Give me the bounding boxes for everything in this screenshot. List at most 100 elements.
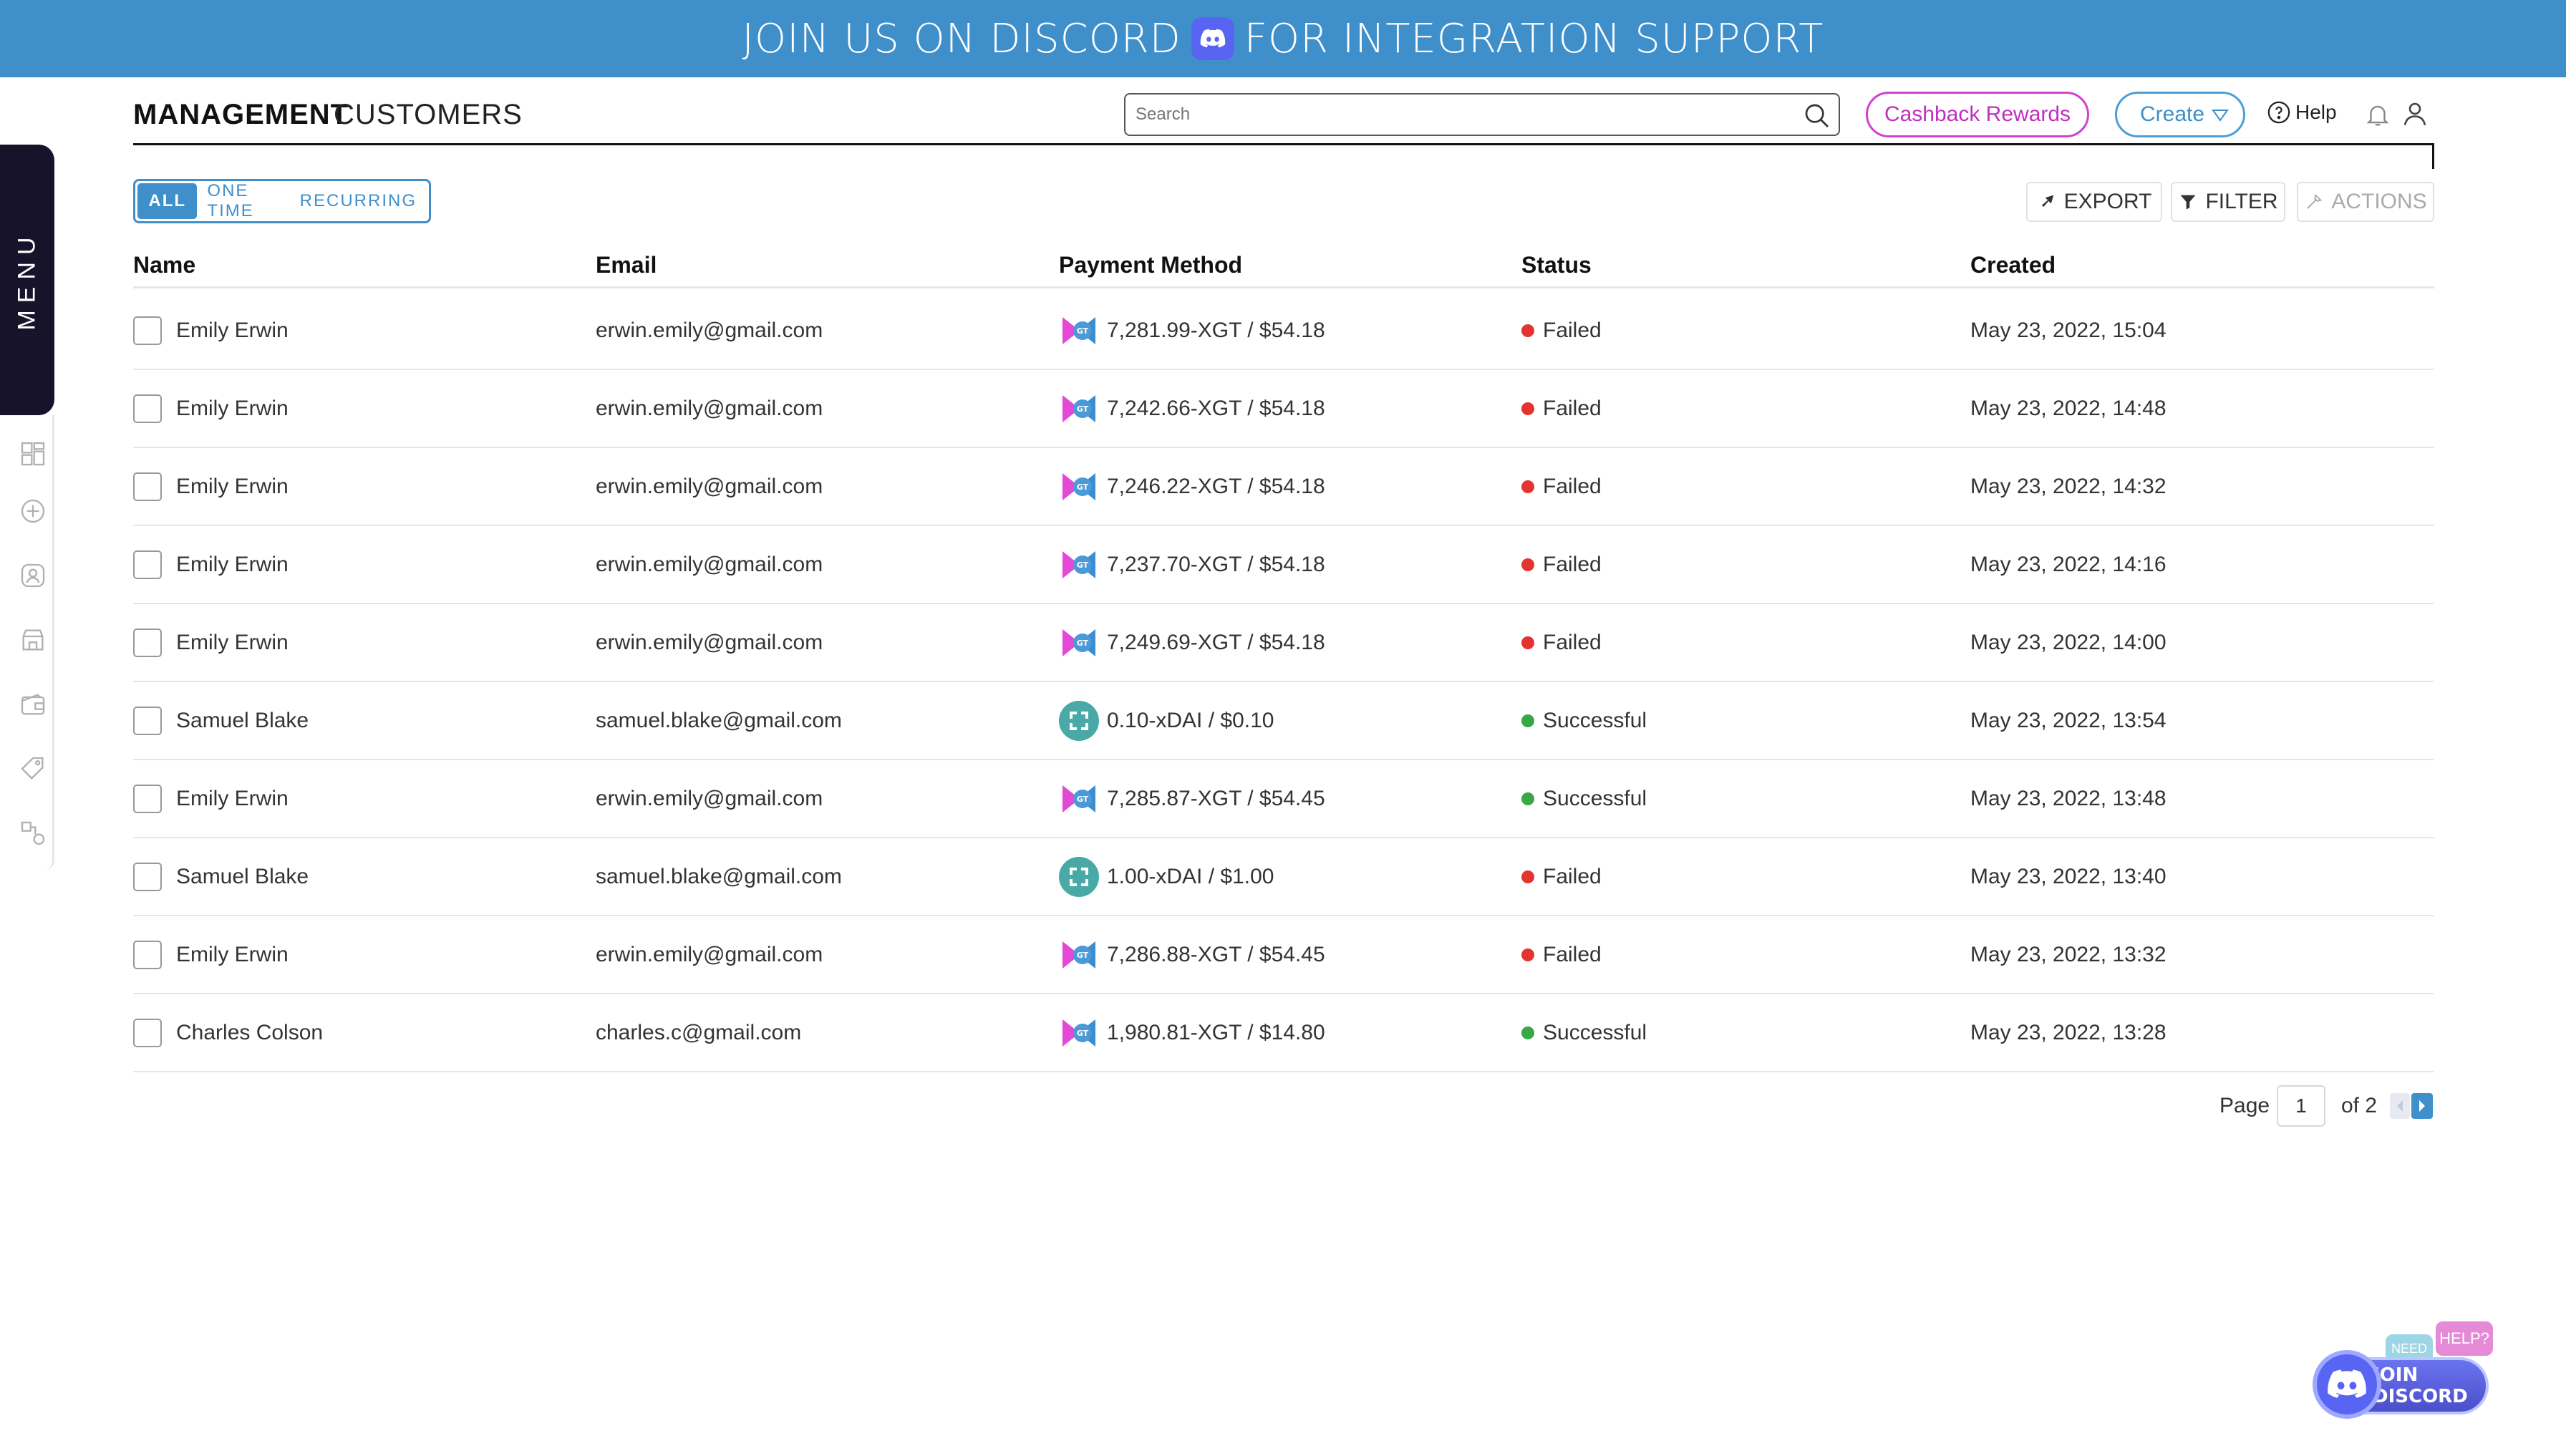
search-icon[interactable] — [1803, 102, 1831, 130]
xgt-coin-icon: GT — [1058, 622, 1100, 664]
tab-one-time[interactable]: ONE TIME — [197, 181, 289, 220]
table-row[interactable]: Emily Erwin erwin.emily@gmail.com GT 7,242.… — [133, 370, 2434, 448]
table-row[interactable]: Samuel Blake samuel.blake@gmail.com 1.00-x… — [133, 838, 2434, 916]
actions-button[interactable]: ACTIONS — [2297, 182, 2434, 222]
column-header-payment-method[interactable]: Payment Method — [1059, 252, 1242, 278]
customer-name-text: Emily Erwin — [176, 397, 289, 420]
table-row[interactable]: Emily Erwin erwin.emily@gmail.com GT 7,286.… — [133, 916, 2434, 994]
customer-name: Samuel Blake — [176, 682, 309, 759]
xgt-coin-icon: GT — [1058, 934, 1100, 976]
customer-name-text: Emily Erwin — [176, 631, 289, 654]
filter-button[interactable]: FILTER — [2171, 182, 2285, 222]
row-checkbox[interactable] — [133, 941, 162, 969]
payment-method: GT 1,980.81-XGT / $14.80 — [1058, 994, 1325, 1072]
next-page-button[interactable] — [2411, 1093, 2433, 1119]
payment-status: Successful — [1521, 682, 1647, 759]
table-row[interactable]: Emily Erwin erwin.emily@gmail.com GT 7,249.… — [133, 604, 2434, 682]
actions-icon — [2307, 193, 2323, 209]
status-text: Successful — [1543, 709, 1647, 732]
created-date-text: May 23, 2022, 14:32 — [1970, 475, 2166, 498]
customer-email-text: erwin.emily@gmail.com — [596, 631, 823, 654]
table-row[interactable]: Samuel Blake samuel.blake@gmail.com 0.10-x… — [133, 682, 2434, 760]
menu-toggle[interactable]: MENU — [0, 145, 54, 415]
wallet-icon[interactable] — [19, 690, 47, 719]
join-discord-widget[interactable]: NEED HELP? JOIN DISCORD — [2310, 1317, 2524, 1439]
cashback-rewards-button[interactable]: Cashback Rewards — [1866, 92, 2089, 137]
integration-icon[interactable] — [19, 819, 47, 848]
column-header-name[interactable]: Name — [133, 252, 195, 278]
tab-recurring[interactable]: RECURRING — [290, 183, 427, 219]
create-button[interactable]: Create — [2115, 92, 2245, 137]
row-checkbox[interactable] — [133, 863, 162, 891]
row-checkbox[interactable] — [133, 550, 162, 579]
customer-name: Emily Erwin — [176, 526, 289, 603]
created-date: May 23, 2022, 15:04 — [1970, 292, 2166, 369]
search-box[interactable] — [1124, 93, 1840, 136]
table-row[interactable]: Emily Erwin erwin.emily@gmail.com GT 7,281.… — [133, 292, 2434, 370]
add-circle-icon[interactable] — [19, 497, 47, 525]
row-checkbox[interactable] — [133, 1019, 162, 1047]
created-date-text: May 23, 2022, 14:00 — [1970, 631, 2166, 654]
status-text: Successful — [1543, 787, 1647, 810]
row-checkbox[interactable] — [133, 394, 162, 423]
status-dot-icon — [1521, 480, 1534, 493]
help-link[interactable]: Help — [2267, 100, 2337, 125]
page-number-input[interactable]: 1 — [2277, 1085, 2325, 1127]
customer-name: Charles Colson — [176, 994, 323, 1072]
table-row[interactable]: Emily Erwin erwin.emily@gmail.com GT 7,246.… — [133, 448, 2434, 526]
previous-page-button[interactable] — [2390, 1093, 2410, 1119]
row-checkbox[interactable] — [133, 785, 162, 813]
dashboard-icon[interactable] — [19, 440, 47, 468]
table-row[interactable]: Charles Colson charles.c@gmail.com GT 1,980… — [133, 994, 2434, 1072]
payment-status: Failed — [1521, 370, 1602, 447]
row-checkbox[interactable] — [133, 628, 162, 657]
row-checkbox[interactable] — [133, 472, 162, 501]
created-date-text: May 23, 2022, 14:48 — [1970, 397, 2166, 420]
page-subtitle: CUSTOMERS — [334, 99, 523, 130]
payment-method: GT 7,286.88-XGT / $54.45 — [1058, 916, 1325, 994]
svg-text:GT: GT — [1077, 404, 1089, 414]
store-icon[interactable] — [19, 626, 47, 654]
customer-name: Emily Erwin — [176, 916, 289, 994]
customer-name: Emily Erwin — [176, 292, 289, 369]
filter-label: FILTER — [2205, 190, 2278, 213]
customer-name: Emily Erwin — [176, 370, 289, 447]
row-checkbox[interactable] — [133, 316, 162, 345]
customer-email-text: erwin.emily@gmail.com — [596, 553, 823, 576]
user-icon[interactable] — [2400, 99, 2430, 129]
discord-banner[interactable]: JOIN US ON DISCORD FOR INTEGRATION SUPPO… — [0, 0, 2566, 77]
status-dot-icon — [1521, 792, 1534, 805]
payment-status: Failed — [1521, 448, 1602, 525]
customer-email-text: erwin.emily@gmail.com — [596, 319, 823, 342]
status-text: Failed — [1543, 475, 1602, 498]
payment-method: 0.10-xDAI / $0.10 — [1058, 682, 1274, 759]
customer-icon[interactable] — [19, 561, 47, 590]
xgt-coin-icon: GT — [1058, 388, 1100, 429]
payment-amount: 1,980.81-XGT / $14.80 — [1107, 1021, 1325, 1044]
export-button[interactable]: EXPORT — [2026, 182, 2162, 222]
join-discord-label: JOIN DISCORD — [2373, 1364, 2468, 1407]
row-checkbox[interactable] — [133, 707, 162, 735]
column-header-email[interactable]: Email — [596, 252, 657, 278]
search-input[interactable] — [1136, 105, 1796, 125]
created-date: May 23, 2022, 13:48 — [1970, 760, 2166, 838]
bell-icon[interactable] — [2364, 100, 2391, 129]
svg-text:GT: GT — [1077, 560, 1089, 570]
create-label: Create — [2140, 102, 2205, 126]
customer-email: erwin.emily@gmail.com — [596, 448, 823, 525]
export-label: EXPORT — [2063, 190, 2152, 213]
customer-name: Samuel Blake — [176, 838, 309, 916]
table-row[interactable]: Emily Erwin erwin.emily@gmail.com GT 7,237.… — [133, 526, 2434, 604]
payment-amount: 7,242.66-XGT / $54.18 — [1107, 397, 1325, 420]
created-date: May 23, 2022, 13:40 — [1970, 838, 2166, 916]
customer-email: erwin.emily@gmail.com — [596, 760, 823, 838]
created-date-text: May 23, 2022, 13:48 — [1970, 787, 2166, 810]
tag-icon[interactable] — [19, 754, 47, 783]
column-header-status[interactable]: Status — [1521, 252, 1592, 278]
tab-all[interactable]: ALL — [137, 183, 198, 219]
table-row[interactable]: Emily Erwin erwin.emily@gmail.com GT 7,285.… — [133, 760, 2434, 838]
column-header-created[interactable]: Created — [1970, 252, 2056, 278]
xgt-coin-icon: GT — [1058, 1012, 1100, 1054]
status-text: Failed — [1543, 631, 1602, 654]
banner-text-right: FOR INTEGRATION SUPPORT — [1244, 15, 1824, 62]
